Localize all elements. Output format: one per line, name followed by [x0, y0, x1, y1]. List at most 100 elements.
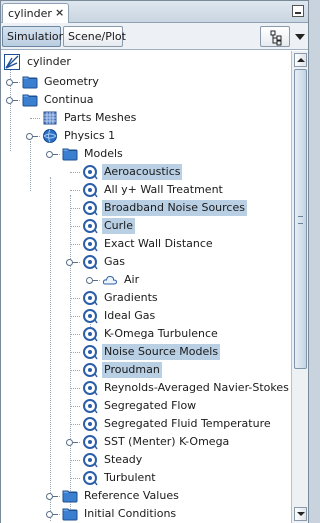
tree-node-label[interactable]: Segregated Flow	[102, 398, 198, 414]
expand-toggle-icon[interactable]	[46, 511, 58, 518]
tree-connector-line	[70, 208, 80, 209]
tree-node-label[interactable]: Turbulent	[102, 470, 158, 486]
tree-row[interactable]: Curle	[1, 217, 291, 235]
tree-node-label[interactable]: Reference Values	[82, 488, 181, 504]
tree-connector-line	[70, 334, 80, 335]
tree-row[interactable]: Segregated Fluid Temperature	[1, 415, 291, 433]
tree-node-label[interactable]: Physics 1	[62, 128, 117, 144]
model-icon	[83, 237, 98, 252]
expand-toggle-icon[interactable]	[46, 151, 58, 158]
tree-node-label[interactable]: Gas	[102, 254, 127, 270]
tree-node-label[interactable]: Geometry	[42, 74, 101, 90]
folder-icon	[62, 508, 78, 521]
tree-row[interactable]: Exact Wall Distance	[1, 235, 291, 253]
tree-row[interactable]: Air	[1, 271, 291, 289]
expand-toggle-icon[interactable]	[6, 79, 18, 86]
tree-row[interactable]: Gas	[1, 253, 291, 271]
tree-node-label[interactable]: K-Omega Turbulence	[102, 326, 220, 342]
tree-row[interactable]: Reference Values	[1, 487, 291, 505]
tree-row[interactable]: Turbulent	[1, 469, 291, 487]
tree-row[interactable]: K-Omega Turbulence	[1, 325, 291, 343]
tree-node-label[interactable]: Segregated Fluid Temperature	[102, 416, 273, 432]
view-toolbar: Simulation Scene/Plot	[1, 23, 308, 50]
expand-toggle-icon[interactable]	[86, 277, 98, 284]
tree-node-label[interactable]: Initial Conditions	[82, 506, 178, 522]
document-tab-label: cylinder	[8, 7, 52, 20]
tree-node-label[interactable]: Gradients	[102, 290, 160, 306]
tree-connector-line	[70, 298, 80, 299]
expand-toggle-icon[interactable]	[66, 439, 78, 446]
tree-row[interactable]: Broadband Noise Sources	[1, 199, 291, 217]
tree-node-label[interactable]: SST (Menter) K-Omega	[102, 434, 231, 450]
tree-node-label[interactable]: Curle	[102, 218, 135, 234]
tree-node-label[interactable]: Parts Meshes	[62, 110, 138, 126]
folder-icon	[62, 148, 78, 161]
tree-node-label[interactable]: Reynolds-Averaged Navier-Stokes	[102, 380, 291, 396]
document-tab-cylinder[interactable]: cylinder ×	[2, 3, 69, 23]
model-icon	[83, 471, 98, 486]
model-icon	[83, 363, 98, 378]
tree-row[interactable]: Segregated Flow	[1, 397, 291, 415]
physics-sphere-icon	[43, 129, 57, 143]
tree-connector-line	[70, 226, 80, 227]
expand-toggle-icon[interactable]	[46, 493, 58, 500]
expand-toggle-icon[interactable]	[66, 259, 78, 266]
scroll-down-arrow[interactable]	[294, 507, 307, 521]
tree-node-label[interactable]: Proudman	[102, 362, 162, 378]
scroll-thumb[interactable]	[294, 69, 307, 369]
tree-row[interactable]: Models	[1, 145, 291, 163]
tree-connector-line	[70, 316, 80, 317]
tree-row[interactable]: SST (Menter) K-Omega	[1, 433, 291, 451]
view-menu-dropdown[interactable]	[292, 26, 307, 47]
model-icon	[83, 453, 98, 468]
tree-node-label[interactable]: Air	[122, 272, 141, 288]
simulation-tree: cylinder Geometry Continua Parts Meshes Phy…	[1, 51, 291, 523]
minimize-button[interactable]	[292, 5, 304, 17]
tree-row[interactable]: Steady	[1, 451, 291, 469]
tree-row[interactable]: Aeroacoustics	[1, 163, 291, 181]
tree-scrollbar[interactable]	[291, 51, 308, 523]
tree-connector-line	[30, 118, 40, 119]
tree-node-label[interactable]: Broadband Noise Sources	[102, 200, 247, 216]
model-icon	[83, 381, 98, 396]
tree-connector-line	[70, 244, 80, 245]
tree-row[interactable]: Ideal Gas	[1, 307, 291, 325]
tree-row[interactable]: Continua	[1, 91, 291, 109]
tree-node-label[interactable]: Steady	[102, 452, 144, 468]
model-icon	[83, 435, 98, 450]
tree-row[interactable]: All y+ Wall Treatment	[1, 181, 291, 199]
tab-simulation[interactable]: Simulation	[2, 26, 66, 47]
tree-row[interactable]: Geometry	[1, 73, 291, 91]
tree-connector-line	[70, 406, 80, 407]
model-icon	[83, 399, 98, 414]
tree-node-label[interactable]: Ideal Gas	[102, 308, 157, 324]
tree-node-label[interactable]: Continua	[42, 92, 95, 108]
tab-scene-plot[interactable]: Scene/Plot	[63, 26, 126, 47]
tree-node-label[interactable]: Noise Source Models	[102, 344, 221, 360]
tree-node-label[interactable]: Aeroacoustics	[102, 164, 183, 180]
tree-row[interactable]: Noise Source Models	[1, 343, 291, 361]
tree-node-label[interactable]: Exact Wall Distance	[102, 236, 215, 252]
tree-row[interactable]: Gradients	[1, 289, 291, 307]
tree-row[interactable]: Physics 1	[1, 127, 291, 145]
tree-connector-line	[70, 388, 80, 389]
model-icon	[83, 345, 98, 360]
expand-toggle-icon[interactable]	[6, 97, 18, 104]
model-icon	[83, 291, 98, 306]
folder-icon	[22, 94, 38, 107]
tree-node-label[interactable]: Models	[82, 146, 125, 162]
folder-icon	[22, 76, 38, 89]
close-icon[interactable]: ×	[55, 6, 64, 19]
tree-row[interactable]: Proudman	[1, 361, 291, 379]
tree-layout-button[interactable]	[260, 26, 290, 47]
tree-row[interactable]: Initial Conditions	[1, 505, 291, 523]
model-icon	[83, 255, 98, 270]
tree-row[interactable]: Parts Meshes	[1, 109, 291, 127]
tree-node-label[interactable]: All y+ Wall Treatment	[102, 182, 225, 198]
tree-connector-line	[70, 460, 80, 461]
tree-row[interactable]: Reynolds-Averaged Navier-Stokes	[1, 379, 291, 397]
tree-hierarchy-icon	[270, 30, 282, 46]
expand-toggle-icon[interactable]	[26, 133, 38, 140]
scroll-up-arrow[interactable]	[294, 53, 307, 67]
tree-root-row[interactable]: cylinder	[1, 53, 291, 71]
